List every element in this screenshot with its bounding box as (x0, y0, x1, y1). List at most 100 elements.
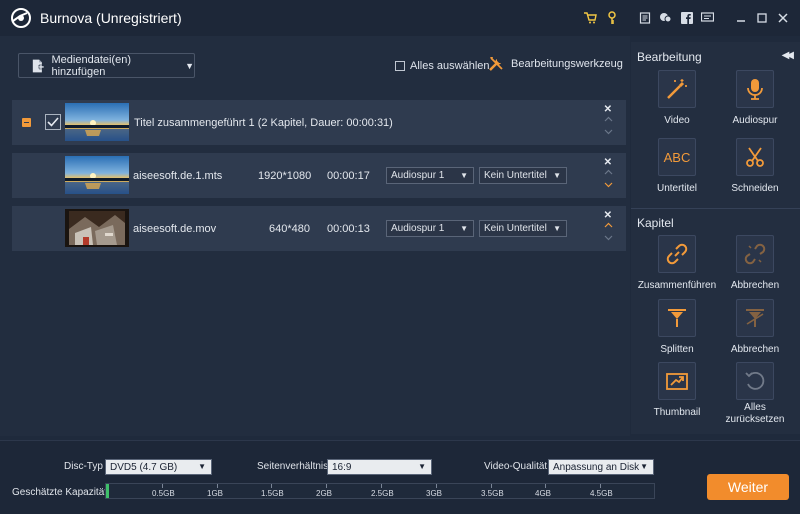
edit-tool-label: Bearbeitungswerkzeug (511, 58, 623, 70)
thumbnail-icon[interactable] (658, 362, 696, 400)
add-media-label: Mediendatei(en) hinzufügen (51, 53, 132, 78)
capacity-tick-label: 2GB (316, 489, 333, 498)
tool-cancel-split[interactable]: Abbrechen (715, 299, 795, 356)
audio-track-select[interactable]: Audiospur 1 ▼ (386, 167, 474, 184)
split-icon[interactable] (658, 299, 696, 337)
tool-cut-label: Schneiden (731, 183, 779, 194)
move-down-icon[interactable] (604, 180, 613, 189)
capacity-tick-label: 3GB (426, 489, 443, 498)
key-icon[interactable] (604, 11, 619, 26)
tool-split-label: Splitten (660, 344, 694, 355)
select-all-checkbox[interactable]: Alles auswählen (395, 60, 490, 72)
edit-sidebar: Bearbeitung ◀◀ Video Audiospur ABC Unter… (631, 42, 800, 434)
minimize-icon[interactable] (733, 11, 748, 26)
disc-type-value: DVD5 (4.7 GB) (110, 461, 178, 473)
subtitle-select[interactable]: Kein Untertitel ▼ (479, 167, 567, 184)
capacity-tick-label: 1.5GB (261, 489, 284, 498)
title-label: Titel zusammengeführt 1 (2 Kapitel, Daue… (134, 117, 393, 129)
audio-track-select[interactable]: Audiospur 1 ▼ (386, 220, 474, 237)
capacity-tick-label: 4.5GB (590, 489, 613, 498)
subtitle-select[interactable]: Kein Untertitel ▼ (479, 220, 567, 237)
tool-audio[interactable]: Audiospur (715, 70, 795, 127)
remove-title-icon[interactable]: ✕ (604, 104, 612, 115)
unlink-icon[interactable] (736, 235, 774, 273)
move-down-icon[interactable] (604, 233, 613, 242)
tool-video[interactable]: Video (637, 70, 717, 127)
window-title: Burnova (Unregistriert) (40, 10, 182, 26)
title-bar-spacer (625, 11, 631, 26)
title-row[interactable]: Titel zusammengeführt 1 (2 Kapitel, Daue… (12, 100, 626, 145)
tool-thumbnail[interactable]: Thumbnail (637, 362, 717, 419)
move-up-icon[interactable] (604, 221, 613, 230)
facebook-icon[interactable] (679, 11, 694, 26)
aspect-label: Seitenverhältnis: (257, 461, 331, 472)
cancel-split-icon[interactable] (736, 299, 774, 337)
tool-thumbnail-label: Thumbnail (653, 407, 701, 418)
tool-subtitle[interactable]: ABC Untertitel (637, 138, 717, 195)
quality-select[interactable]: Anpassung an Disk ▼ (548, 459, 654, 475)
abc-glyph: ABC (663, 149, 691, 165)
capacity-tick (545, 484, 546, 488)
cart-icon[interactable] (583, 11, 598, 26)
reset-icon[interactable] (736, 362, 774, 400)
disc-type-select[interactable]: DVD5 (4.7 GB) ▼ (105, 459, 212, 475)
file-row[interactable]: aiseesoft.de.mov 640*480 00:00:13 Audios… (12, 206, 626, 251)
remove-file-icon[interactable]: ✕ (604, 157, 612, 168)
link-icon[interactable] (658, 235, 696, 273)
aspect-select[interactable]: 16:9 ▼ (327, 459, 432, 475)
tool-unmerge[interactable]: Abbrechen (715, 235, 795, 292)
tool-split[interactable]: Splitten (637, 299, 717, 356)
file-duration: 00:00:17 (327, 170, 370, 182)
capacity-tick (491, 484, 492, 488)
move-down-icon[interactable] (604, 127, 613, 136)
file-row[interactable]: aiseesoft.de.1.mts 1920*1080 00:00:17 Au… (12, 153, 626, 198)
title-checkbox[interactable] (45, 114, 61, 130)
close-icon[interactable] (775, 11, 790, 26)
next-button[interactable]: Weiter (707, 474, 789, 500)
file-resolution: 640*480 (269, 223, 310, 235)
microphone-icon[interactable] (736, 70, 774, 108)
capacity-tick-label: 3.5GB (481, 489, 504, 498)
chapter-heading: Kapitel (637, 216, 674, 230)
quality-label: Video-Qualität: (484, 461, 550, 472)
collapse-sidebar-icon[interactable]: ◀◀ (782, 50, 795, 61)
move-up-icon[interactable] (604, 168, 613, 177)
tool-subtitle-label: Untertitel (656, 183, 697, 194)
magic-wand-icon[interactable] (658, 70, 696, 108)
scissors-icon[interactable] (736, 138, 774, 176)
quality-value: Anpassung an Disk (553, 461, 640, 473)
tool-merge-label: Zusammenführen (637, 280, 717, 291)
chevron-down-icon[interactable]: ▼ (185, 61, 194, 71)
collapse-icon[interactable] (22, 118, 31, 127)
tool-cancel-split-label: Abbrechen (730, 344, 780, 355)
chat-icon[interactable] (700, 11, 715, 26)
app-logo-icon (11, 8, 31, 28)
title-bar: Burnova (Unregistriert) (0, 0, 800, 36)
edit-heading: Bearbeitung (637, 50, 702, 64)
feedback-icon[interactable] (658, 11, 673, 26)
checkmark-icon (47, 117, 59, 127)
subtitle-value: Kein Untertitel (484, 223, 547, 234)
select-all-label: Alles auswählen (410, 60, 490, 72)
capacity-tick (381, 484, 382, 488)
main-panel: Mediendatei(en) hinzufügen ▼ Alles auswä… (0, 36, 630, 436)
tool-audio-label: Audiospur (732, 115, 778, 126)
add-media-button[interactable]: Mediendatei(en) hinzufügen ▼ (18, 53, 195, 78)
tool-reset[interactable]: Alles zurücksetzen (715, 362, 795, 426)
register-icon[interactable] (637, 11, 652, 26)
subtitle-value: Kein Untertitel (484, 170, 547, 181)
tool-cut[interactable]: Schneiden (715, 138, 795, 195)
remove-file-icon[interactable]: ✕ (604, 210, 612, 221)
checkbox-box[interactable] (395, 61, 405, 71)
move-up-icon[interactable] (604, 115, 613, 124)
tool-merge[interactable]: Zusammenführen (637, 235, 717, 292)
abc-icon[interactable]: ABC (658, 138, 696, 176)
chevron-down-icon: ▼ (640, 462, 648, 471)
capacity-tick (436, 484, 437, 488)
chevron-down-icon: ▼ (460, 171, 468, 180)
tool-reset-label: Alles zurücksetzen (725, 402, 785, 425)
edit-tool-button[interactable]: Bearbeitungswerkzeug (488, 56, 623, 72)
maximize-icon[interactable] (754, 11, 769, 26)
capacity-label: Geschätzte Kapazität: (12, 487, 110, 498)
title-bar-spacer-2 (721, 11, 727, 26)
